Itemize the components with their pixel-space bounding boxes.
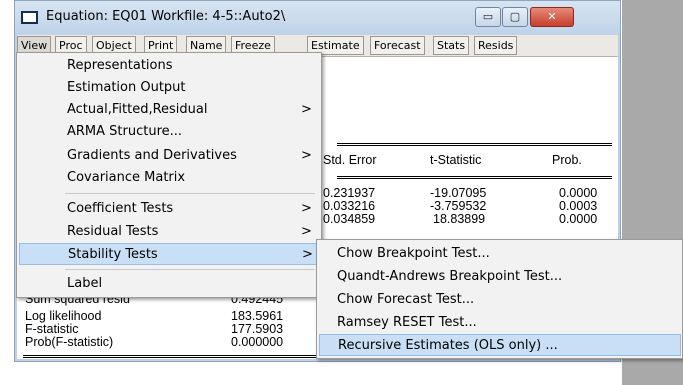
submenu-item-recursive-estimates[interactable]: Recursive Estimates (OLS only) ... [319,334,681,356]
menu-item-label: Label [67,276,103,291]
stability-tests-submenu: Chow Breakpoint Test... Quandt-Andrews B… [316,239,683,359]
table-cell: 0.033216 [323,199,376,213]
menu-item-residual-tests[interactable]: Residual Tests > [19,221,319,243]
stat-value: 177.5903 [231,322,284,336]
menu-separator [65,269,315,270]
menu-item-label: Representations [67,58,173,73]
menu-item-estimation-output[interactable]: Estimation Output [19,77,319,99]
menu-item-label-item[interactable]: Label [19,273,319,295]
menu-item-arma-structure[interactable]: ARMA Structure... [19,121,319,143]
menu-item-label: Covariance Matrix [67,170,186,185]
maximize-button[interactable]: ▢ [502,7,528,27]
stat-value: 183.5961 [231,309,284,323]
submenu-item-chow-breakpoint[interactable]: Chow Breakpoint Test... [319,243,681,265]
submenu-item-label: Chow Forecast Test... [337,292,475,307]
menu-item-gradients-derivatives[interactable]: Gradients and Derivatives > [19,145,319,167]
table-cell: 0.231937 [323,186,376,200]
submenu-arrow-icon: > [301,148,312,163]
column-header-std-error: Std. Error [323,153,377,167]
submenu-arrow-icon: > [301,224,312,239]
submenu-arrow-icon: > [301,201,312,216]
table-cell: 0.0003 [559,199,598,213]
window-title: Equation: EQ01 Workfile: 4-5::Auto2\ [46,9,286,24]
stat-label: Log likelihood [25,309,102,323]
table-cell: -3.759532 [430,199,487,213]
menu-item-label: Coefficient Tests [67,201,174,216]
menu-item-label: ARMA Structure... [67,124,183,139]
table-cell: 0.034859 [323,212,376,226]
submenu-arrow-icon: > [301,102,312,117]
stat-label: F-statistic [25,322,79,336]
menu-item-representations[interactable]: Representations [19,55,319,77]
submenu-item-ramsey-reset[interactable]: Ramsey RESET Test... [319,312,681,334]
menu-item-label: Stability Tests [68,247,158,262]
table-top-rule [337,143,612,144]
column-header-prob: Prob. [552,153,582,167]
minimize-button[interactable]: ▭ [475,7,501,27]
submenu-item-quandt-andrews[interactable]: Quandt-Andrews Breakpoint Test... [319,266,681,288]
stat-label: Prob(F-statistic) [25,335,114,349]
view-menu: Representations Estimation Output Actual… [16,52,322,298]
menu-item-label: Residual Tests [67,224,159,239]
menu-item-label: Gradients and Derivatives [67,148,237,163]
window-icon [21,11,38,24]
stat-value: 0.000000 [231,335,284,349]
submenu-item-label: Recursive Estimates (OLS only) ... [338,338,558,353]
stats-button[interactable]: Stats [433,36,470,55]
table-top-rule-2 [337,145,612,146]
forecast-button[interactable]: Forecast [370,36,425,55]
menu-item-covariance-matrix[interactable]: Covariance Matrix [19,167,319,189]
menu-item-coefficient-tests[interactable]: Coefficient Tests > [19,198,319,220]
table-cell: 0.0000 [559,212,598,226]
submenu-item-label: Chow Breakpoint Test... [337,246,490,261]
header-rule-2 [337,178,612,179]
menu-item-label: Estimation Output [67,80,186,95]
resids-button[interactable]: Resids [474,36,518,55]
submenu-item-label: Quandt-Andrews Breakpoint Test... [337,269,563,284]
column-header-t-statistic: t-Statistic [430,153,482,167]
table-cell: 0.0000 [559,186,598,200]
close-button[interactable]: ✕ [530,7,574,27]
submenu-item-chow-forecast[interactable]: Chow Forecast Test... [319,289,681,311]
menu-item-label: Actual,Fitted,Residual [67,102,208,117]
title-bar[interactable]: Equation: EQ01 Workfile: 4-5::Auto2\ ▭ ▢… [15,1,620,35]
header-rule [337,176,612,177]
submenu-arrow-icon: > [302,247,313,262]
submenu-item-label: Ramsey RESET Test... [337,315,477,330]
menu-item-actual-fitted-residual[interactable]: Actual,Fitted,Residual > [19,99,319,121]
menu-item-stability-tests[interactable]: Stability Tests > [19,243,319,265]
menu-separator [65,193,315,194]
table-cell: 18.83899 [433,212,486,226]
table-cell: -19.07095 [430,186,487,200]
